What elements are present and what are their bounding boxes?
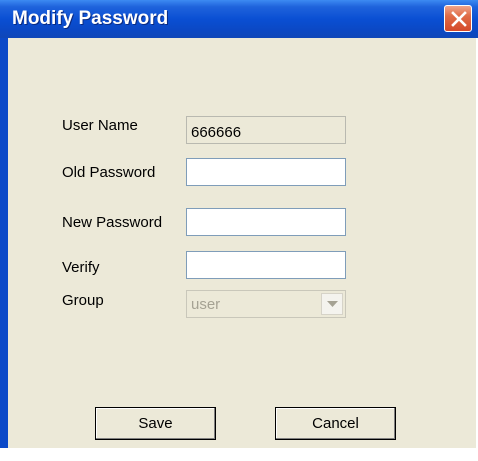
verify-label: Verify	[62, 259, 100, 276]
save-button[interactable]: Save	[95, 407, 216, 440]
chevron-down-icon	[327, 301, 338, 307]
group-select[interactable]: user	[186, 290, 346, 318]
window-frame-bottom	[0, 448, 478, 461]
window-title: Modify Password	[12, 8, 169, 29]
new-password-field[interactable]	[186, 208, 346, 236]
user-name-label: User Name	[62, 117, 138, 134]
modify-password-dialog: Modify Password User Name 666666 Old Pas…	[0, 0, 478, 461]
group-dropdown-button[interactable]	[321, 293, 343, 315]
old-password-field[interactable]	[186, 158, 346, 186]
group-label: Group	[62, 292, 104, 309]
group-select-value: user	[191, 296, 221, 313]
user-name-field: 666666	[186, 116, 346, 144]
new-password-label: New Password	[62, 214, 163, 231]
close-icon	[451, 11, 467, 27]
user-name-value: 666666	[191, 124, 242, 141]
window-frame-left	[0, 38, 8, 461]
old-password-label: Old Password	[62, 164, 156, 181]
close-button[interactable]	[444, 5, 472, 32]
title-bar[interactable]: Modify Password	[0, 0, 478, 38]
dialog-body	[8, 38, 476, 448]
cancel-button[interactable]: Cancel	[275, 407, 396, 440]
verify-field[interactable]	[186, 251, 346, 279]
